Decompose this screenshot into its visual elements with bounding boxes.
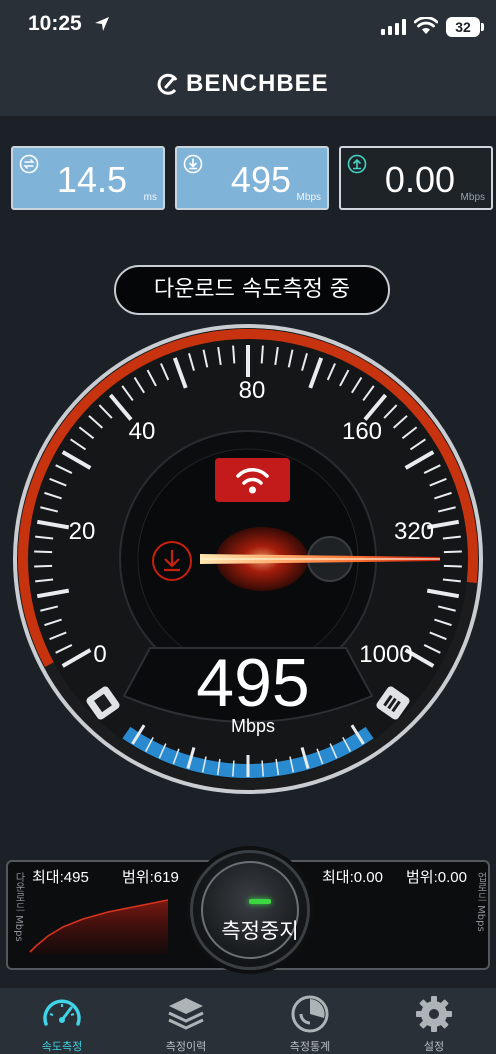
download-range-label: 범위:619: [122, 869, 179, 886]
ping-unit: ms: [143, 192, 157, 203]
tab-speed-test-label: 속도측정: [41, 1040, 83, 1053]
tab-speed-test[interactable]: 속도측정: [0, 988, 124, 1054]
status-bar: 10:25 32: [0, 0, 496, 52]
scale-label-1000: 1000: [359, 641, 413, 668]
location-arrow-icon: [95, 17, 109, 31]
tab-settings-label: 설정: [423, 1040, 445, 1053]
app-logo-text: BENCHBEE: [186, 70, 329, 97]
gauge-minor-tick: [443, 564, 462, 568]
current-speed-value: 495: [196, 645, 310, 721]
download-history-area: [30, 900, 168, 954]
current-speed-unit: Mbps: [230, 716, 275, 736]
upload-stat: 0.00 Mbps: [339, 146, 493, 210]
wifi-status-icon: [414, 17, 438, 34]
status-time: 10:25: [28, 12, 82, 35]
measurement-status-pill: 다운로드 속도측정 중: [114, 265, 390, 315]
download-axis-label: 다운로드 Mbps: [13, 872, 24, 942]
stop-status-led: [249, 899, 271, 904]
tab-settings[interactable]: 설정: [372, 988, 496, 1054]
upload-max-label: 최대:0.00: [322, 869, 383, 886]
gauge-minor-tick: [34, 564, 53, 568]
download-stat: 495 Mbps: [175, 146, 329, 210]
scale-label-40: 40: [128, 418, 156, 445]
battery-tip: [481, 23, 484, 31]
stop-button-label: 측정중지: [221, 919, 299, 943]
scale-label-20: 20: [68, 518, 96, 545]
tab-statistics[interactable]: 측정통계: [248, 988, 372, 1054]
download-unit: Mbps: [296, 192, 321, 203]
download-mode-icon: [152, 541, 192, 581]
scale-label-320: 320: [393, 518, 435, 545]
benchbee-logo-icon: [157, 73, 178, 95]
gear-icon: [416, 996, 452, 1032]
battery-icon: 32: [446, 17, 480, 37]
scale-label-160: 160: [341, 418, 383, 445]
upload-circle-icon: [347, 154, 367, 174]
wifi-badge: [215, 458, 290, 502]
tab-statistics-label: 측정통계: [289, 1040, 331, 1053]
cellular-signal-icon: [381, 19, 406, 35]
speedometer-icon: [43, 999, 81, 1026]
ping-arrows-icon: [19, 154, 39, 174]
gauge-minor-tick: [260, 345, 264, 364]
scale-label-80: 80: [238, 377, 266, 404]
scale-label-0: 0: [93, 641, 107, 668]
tab-history[interactable]: 측정이력: [124, 988, 248, 1054]
stop-measurement-button[interactable]: 측정중지: [190, 850, 310, 970]
tab-bar: 속도측정 측정이력 측정통계 설정: [0, 988, 496, 1054]
statistics-icon: [291, 995, 329, 1033]
stop-button-face: 측정중지: [201, 861, 299, 959]
tab-history-label: 측정이력: [165, 1040, 207, 1053]
upload-value: 0.00: [384, 159, 455, 200]
gauge-minor-tick: [443, 550, 462, 554]
layers-icon: [168, 998, 204, 1030]
wifi-icon: [236, 468, 269, 494]
battery-level: 32: [455, 19, 471, 35]
ping-stat: 14.5 ms: [11, 146, 165, 210]
download-circle-icon: [183, 154, 203, 174]
gauge-minor-tick: [34, 550, 53, 554]
download-history-chart: [29, 899, 169, 954]
download-max-label: 최대:495: [32, 869, 89, 886]
download-value: 495: [230, 159, 291, 200]
gauge-minor-tick: [232, 345, 236, 364]
upload-range-label: 범위:0.00: [406, 869, 467, 886]
ping-value: 14.5: [56, 159, 127, 200]
upload-axis-label: 업로드 Mbps: [475, 872, 486, 932]
upload-unit: Mbps: [460, 192, 485, 203]
app-header: BENCHBEE: [0, 52, 496, 116]
